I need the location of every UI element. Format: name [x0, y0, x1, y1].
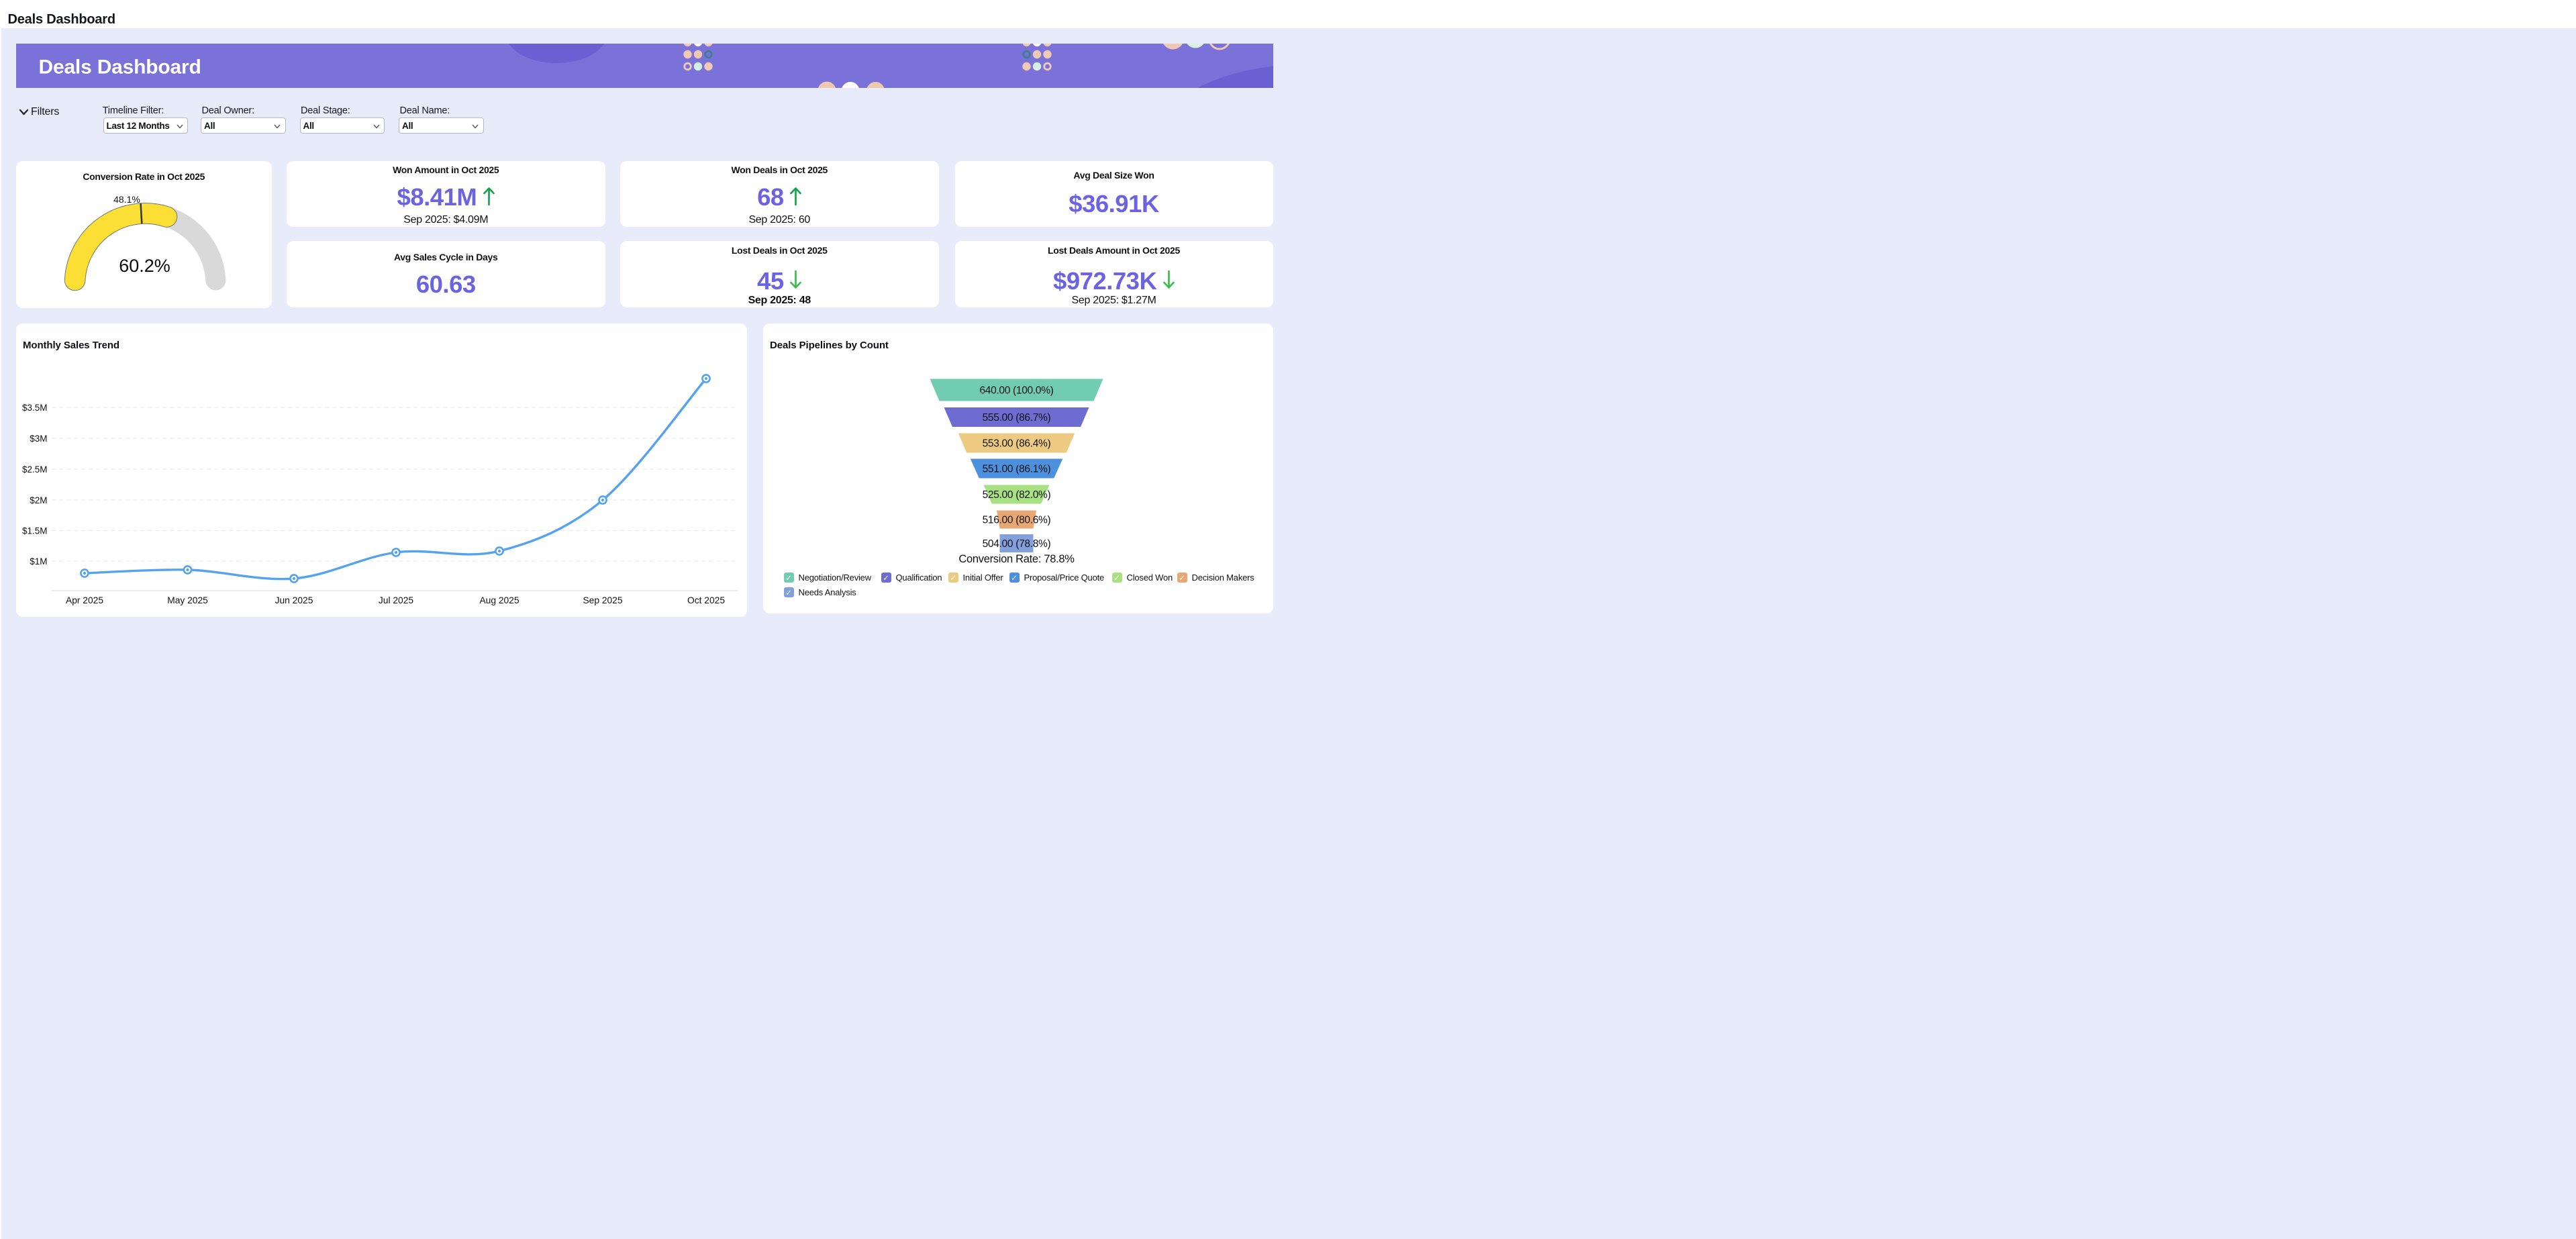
svg-text:$2M: $2M — [30, 495, 47, 505]
svg-text:Aug 2025: Aug 2025 — [479, 595, 519, 605]
svg-text:Sep 2025: Sep 2025 — [583, 595, 622, 605]
svg-text:May 2025: May 2025 — [167, 595, 208, 605]
svg-text:640.00 (100.0%): 640.00 (100.0%) — [979, 385, 1053, 397]
svg-text:Apr 2025: Apr 2025 — [66, 595, 103, 605]
svg-text:$3M: $3M — [30, 434, 47, 444]
svg-text:551.00 (86.1%): 551.00 (86.1%) — [982, 464, 1050, 475]
svg-text:$1.5M: $1.5M — [21, 526, 47, 536]
svg-text:$1M: $1M — [30, 556, 47, 566]
svg-text:Conversion Rate: 78.8%: Conversion Rate: 78.8% — [958, 553, 1075, 565]
svg-text:516.00 (80.6%): 516.00 (80.6%) — [982, 515, 1050, 526]
svg-text:Jul 2025: Jul 2025 — [378, 595, 413, 605]
svg-text:555.00 (86.7%): 555.00 (86.7%) — [982, 412, 1050, 424]
svg-text:525.00 (82.0%): 525.00 (82.0%) — [982, 489, 1050, 501]
svg-text:Oct 2025: Oct 2025 — [687, 595, 725, 605]
svg-text:Jun 2025: Jun 2025 — [275, 595, 313, 605]
svg-text:$3.5M: $3.5M — [21, 403, 47, 413]
svg-text:553.00 (86.4%): 553.00 (86.4%) — [982, 438, 1050, 450]
svg-text:504.00 (78.8%): 504.00 (78.8%) — [982, 538, 1050, 550]
svg-text:$2.5M: $2.5M — [21, 464, 47, 475]
